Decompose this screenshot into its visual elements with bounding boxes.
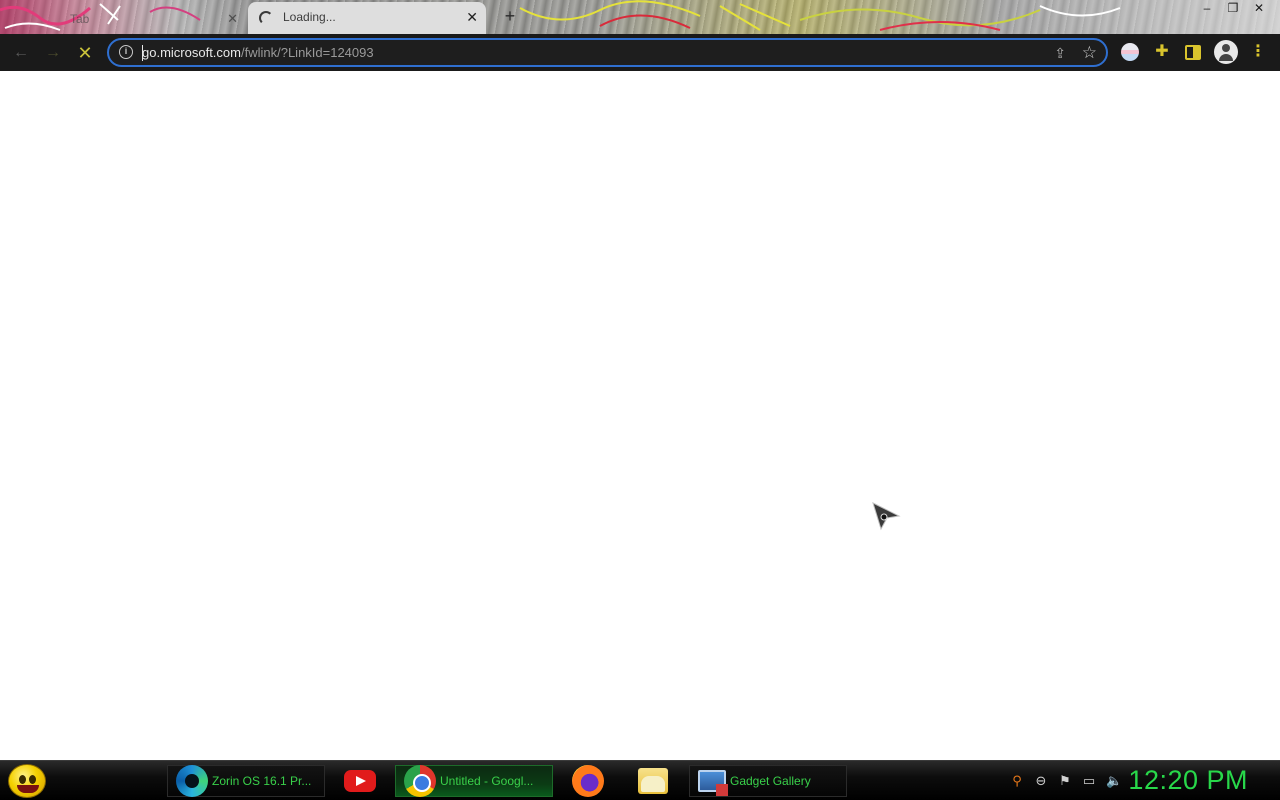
bookmark-star-icon[interactable]: ☆ [1082, 43, 1097, 63]
site-info-icon[interactable]: i [119, 45, 133, 59]
taskbar-item-firefox[interactable] [564, 765, 612, 797]
tab-inactive[interactable]: Tab ✕ [16, 5, 246, 34]
youtube-icon [344, 770, 376, 792]
edge-icon [176, 765, 208, 797]
taskbar-item-gadget-gallery[interactable]: Gadget Gallery [689, 765, 847, 797]
taskbar: Zorin OS 16.1 Pr... Untitled - Googl... … [0, 760, 1280, 800]
start-orb-eye [19, 775, 26, 784]
taskbar-item-label: Gadget Gallery [730, 774, 811, 788]
language-icon[interactable]: ⊖ [1034, 773, 1048, 789]
close-icon[interactable]: ✕ [1252, 1, 1266, 15]
tab-close-icon[interactable]: ✕ [466, 9, 478, 26]
new-tab-button[interactable]: + [500, 6, 520, 26]
stop-loading-button[interactable]: ✕ [74, 42, 96, 64]
tab-title: Tab [70, 12, 90, 26]
browser-toolbar: ← → ✕ i go.microsoft.com/fwlink/?LinkId=… [0, 34, 1280, 71]
firefox-icon [572, 765, 604, 797]
side-panel-icon[interactable] [1185, 45, 1201, 60]
taskbar-item-edge[interactable]: Zorin OS 16.1 Pr... [167, 765, 325, 797]
url-path: /fwlink/?LinkId=124093 [240, 45, 374, 60]
maximize-icon[interactable]: ❐ [1226, 1, 1240, 15]
chrome-icon [404, 765, 436, 797]
browser-menu-icon[interactable]: ⋮ [1250, 43, 1266, 61]
search-icon[interactable]: ⚲ [1010, 773, 1024, 789]
share-icon[interactable]: ⇪ [1054, 45, 1066, 62]
browser-tab-strip: Tab ✕ Loading... ✕ + – ❐ ✕ [0, 0, 1280, 34]
back-button[interactable]: ← [10, 42, 32, 64]
address-bar[interactable]: i go.microsoft.com/fwlink/?LinkId=124093… [107, 38, 1108, 67]
gadget-icon [698, 770, 728, 796]
taskbar-item-youtube[interactable] [336, 765, 384, 797]
page-content-blank [0, 71, 1280, 760]
text-caret [142, 45, 143, 61]
url-domain: go.microsoft.com [142, 45, 241, 60]
folder-icon [638, 768, 668, 794]
mouse-cursor-icon [872, 502, 901, 531]
taskbar-item-label: Zorin OS 16.1 Pr... [212, 774, 312, 788]
tab-title: Loading... [283, 10, 336, 24]
taskbar-clock[interactable]: 12:20 PM [1128, 765, 1248, 796]
system-tray: ⚲ ⊖ ⚑ ▭ 🔈 [1010, 773, 1122, 789]
taskbar-item-file-explorer[interactable] [630, 765, 678, 797]
tab-close-icon[interactable]: ✕ [227, 11, 238, 27]
extensions-puzzle-icon[interactable]: ✚ [1153, 43, 1171, 61]
tab-active-loading[interactable]: Loading... ✕ [248, 2, 486, 34]
taskbar-item-chrome[interactable]: Untitled - Googl... [395, 765, 553, 797]
start-orb-mouth [17, 785, 39, 793]
window-controls: – ❐ ✕ [1200, 1, 1266, 15]
forward-button[interactable]: → [42, 42, 64, 64]
address-bar-url[interactable]: go.microsoft.com/fwlink/?LinkId=124093 [142, 45, 374, 60]
action-center-flag-icon[interactable]: ⚑ [1058, 773, 1072, 789]
minimize-icon[interactable]: – [1200, 1, 1214, 15]
start-button[interactable] [8, 764, 46, 798]
loading-spinner-icon [259, 11, 273, 25]
network-icon[interactable]: ▭ [1082, 773, 1096, 789]
volume-icon[interactable]: 🔈 [1106, 773, 1122, 789]
extension-icon[interactable] [1121, 43, 1139, 61]
start-orb-eye [29, 775, 36, 784]
profile-avatar-icon[interactable] [1214, 40, 1238, 64]
taskbar-item-label: Untitled - Googl... [440, 774, 534, 788]
